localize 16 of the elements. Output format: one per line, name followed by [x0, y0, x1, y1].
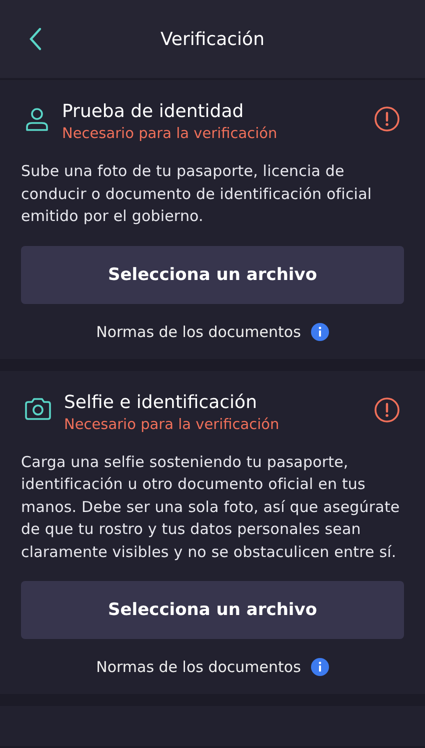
- description-text: Carga una selfie sosteniendo tu pasaporte, identificación u otro documento oficial en tus manos. Debe ser una sola foto, así que asegúrate de que tu rostro y tus datos personales sean claramente visibles y no se obstaculicen entre sí.: [21, 452, 401, 562]
- page-title: Verificación: [160, 28, 264, 50]
- section-title: Selfie e identificación: [64, 390, 258, 414]
- status-text: Necesario para la verificación: [64, 416, 280, 434]
- description-text: Sube una foto de tu pasaporte, licencia de conducir o documento de identificación oficial emitido por el gobierno.: [21, 161, 373, 227]
- camera-icon: [24, 396, 52, 420]
- select-file-button[interactable]: Selecciona un archivo: [21, 246, 404, 304]
- document-rules-link[interactable]: Normas de los documentos: [96, 658, 301, 676]
- info-icon[interactable]: [310, 658, 329, 676]
- section-title: Prueba de identidad: [62, 100, 245, 124]
- back-icon[interactable]: [28, 27, 42, 51]
- select-file-button[interactable]: Selecciona un archivo: [21, 581, 404, 639]
- status-text: Necesario para la verificación: [62, 125, 278, 144]
- person-icon: [24, 106, 50, 132]
- document-rules-link[interactable]: Normas de los documentos: [96, 322, 301, 340]
- info-icon[interactable]: [310, 322, 329, 340]
